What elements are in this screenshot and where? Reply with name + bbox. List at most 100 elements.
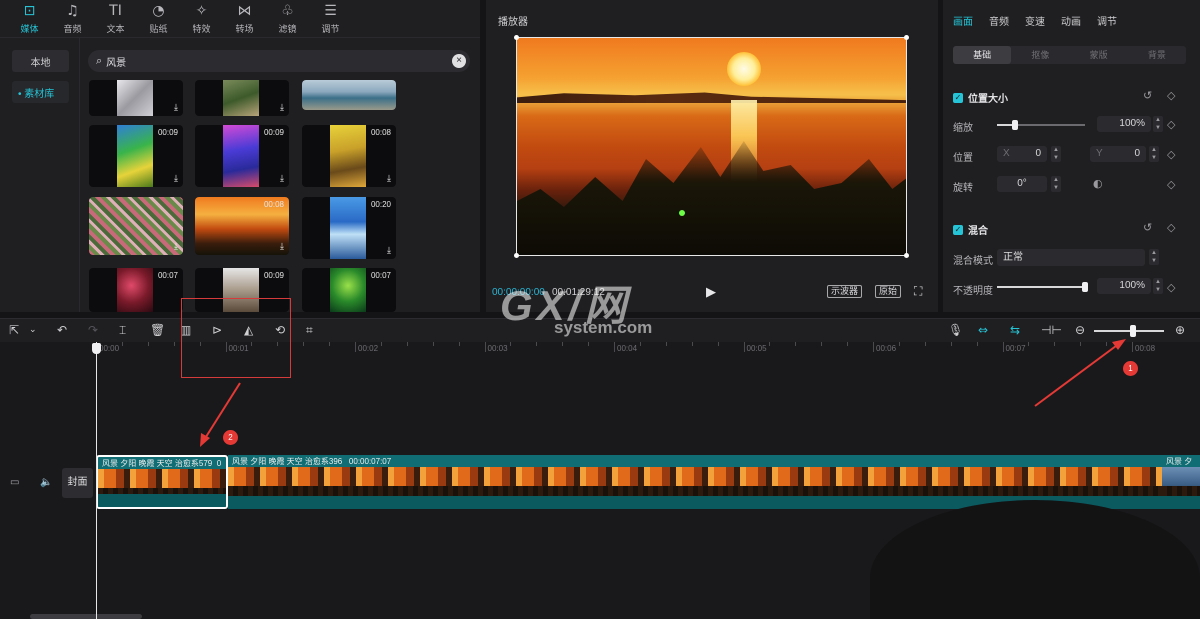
tab-effects[interactable]: ✧ 特效 xyxy=(180,0,223,38)
tab-transition[interactable]: ⋈ 转场 xyxy=(223,0,266,38)
position-x-input[interactable]: X0 xyxy=(997,146,1047,162)
media-thumb-flowers[interactable]: ⤓ xyxy=(89,197,183,255)
timeline-zoom-knob[interactable] xyxy=(1129,325,1136,337)
chevron-down-icon[interactable]: ⌄ xyxy=(29,323,37,337)
blend-mode-select[interactable]: 正常 xyxy=(997,249,1145,266)
download-icon[interactable]: ⤓ xyxy=(387,174,391,184)
media-thumb-autumn[interactable]: 00:08 ⤓ xyxy=(302,125,396,187)
ruler-subtick xyxy=(173,342,175,346)
keyframe-icon[interactable]: ◇ xyxy=(1167,89,1175,102)
download-icon[interactable]: ⤓ xyxy=(174,242,178,252)
track-video-icon[interactable]: ▭ xyxy=(10,477,19,488)
download-icon[interactable]: ⤓ xyxy=(280,242,284,252)
playhead[interactable] xyxy=(96,342,97,619)
download-icon[interactable]: ⤓ xyxy=(174,174,178,184)
opacity-input[interactable]: 100% xyxy=(1097,278,1151,294)
zoom-out-icon[interactable]: ⊖ xyxy=(1075,323,1085,337)
rotate-input[interactable]: 0° xyxy=(997,176,1047,192)
checkbox-icon[interactable]: ✓ xyxy=(953,92,963,103)
local-source-button[interactable]: 本地 xyxy=(12,50,69,72)
opacity-slider-knob[interactable] xyxy=(1082,282,1088,292)
tab-sticker[interactable]: ◔ 贴纸 xyxy=(137,0,180,38)
timeline-horizontal-scrollbar[interactable] xyxy=(30,614,142,619)
library-source-button[interactable]: • 素材库 xyxy=(12,81,69,103)
keyframe-icon[interactable]: ◇ xyxy=(1167,281,1175,294)
select-tool-icon[interactable]: ⇱ xyxy=(9,323,19,337)
scale-input[interactable]: 100% xyxy=(1097,116,1151,132)
timeline-clip-selected[interactable]: 风景 夕阳 晚霞 天空 治愈系579 0 xyxy=(96,455,228,509)
scale-slider-knob[interactable] xyxy=(1011,120,1018,130)
keyframe-icon[interactable]: ◇ xyxy=(1167,221,1175,234)
microphone-icon[interactable]: 🎙 xyxy=(948,323,963,337)
resize-handle[interactable] xyxy=(904,253,909,258)
keyframe-icon[interactable]: ◇ xyxy=(1167,148,1175,161)
blend-section-header[interactable]: ✓ 混合 xyxy=(953,222,988,237)
crop-icon[interactable]: ⌗ xyxy=(306,323,313,337)
reset-icon[interactable]: ↺ xyxy=(1143,221,1152,234)
linkage-icon[interactable]: ⊣⊢ xyxy=(1041,323,1062,337)
search-input[interactable]: ⌕ 风景 × xyxy=(88,50,470,72)
download-icon[interactable]: ⤓ xyxy=(280,103,284,113)
subtab-basic[interactable]: 基础 xyxy=(953,46,1012,64)
media-thumb-city[interactable]: 00:09 ⤓ xyxy=(195,125,289,187)
resize-handle[interactable] xyxy=(904,35,909,40)
auto-snap-icon[interactable]: ⇆ xyxy=(1010,323,1020,337)
subtab-keying[interactable]: 抠像 xyxy=(1011,46,1069,64)
zoom-in-icon[interactable]: ⊕ xyxy=(1175,323,1185,337)
media-thumb-sky[interactable]: 00:20 ⤓ xyxy=(302,197,396,259)
tab-audio-props[interactable]: 音频 xyxy=(989,13,1009,28)
opacity-stepper[interactable]: ▲ ▼ xyxy=(1153,278,1163,294)
fullscreen-icon[interactable]: ⛶ xyxy=(914,284,922,299)
checkbox-icon[interactable]: ✓ xyxy=(953,224,963,235)
subtab-mask[interactable]: 蒙版 xyxy=(1070,46,1128,64)
tab-animation[interactable]: 动画 xyxy=(1061,13,1081,28)
blend-mode-chevron-icon[interactable]: ▲ ▼ xyxy=(1149,249,1159,265)
rotate-dial-icon[interactable]: ◐ xyxy=(1093,177,1103,190)
play-button[interactable]: ▶ xyxy=(706,284,716,300)
download-icon[interactable]: ⤓ xyxy=(387,246,391,256)
tab-audio[interactable]: ♫ 音频 xyxy=(51,0,94,38)
media-thumb-green[interactable]: 00:07 xyxy=(302,268,396,312)
position-y-input[interactable]: Y0 xyxy=(1090,146,1146,162)
tab-picture[interactable]: 画面 xyxy=(953,13,973,28)
tab-adjust[interactable]: ☰ 调节 xyxy=(309,0,352,38)
tab-text[interactable]: TI 文本 xyxy=(94,0,137,38)
clear-search-icon[interactable]: × xyxy=(452,54,466,68)
rotate-stepper[interactable]: ▲ ▼ xyxy=(1051,176,1061,192)
media-thumb-coast[interactable] xyxy=(302,80,396,110)
subtab-background[interactable]: 背景 xyxy=(1128,46,1186,64)
media-thumb-snow[interactable]: ⤓ xyxy=(89,80,183,116)
download-icon[interactable]: ⤓ xyxy=(174,103,178,113)
split-icon[interactable]: ⌶ xyxy=(119,323,126,337)
position-y-stepper[interactable]: ▲ ▼ xyxy=(1149,146,1159,162)
cover-button[interactable]: 封面 xyxy=(62,468,93,498)
media-thumb-blossom[interactable]: 00:07 xyxy=(89,268,183,312)
timeline-clip[interactable]: 风景 夕 xyxy=(1162,455,1200,509)
position-x-stepper[interactable]: ▲ ▼ xyxy=(1051,146,1061,162)
delete-icon[interactable]: 🗑 xyxy=(150,323,165,337)
position-section-header[interactable]: ✓ 位置大小 xyxy=(953,90,1008,105)
keyframe-icon[interactable]: ◇ xyxy=(1167,178,1175,191)
media-thumb-path[interactable]: ⤓ xyxy=(195,80,289,116)
tab-adjust-props[interactable]: 调节 xyxy=(1097,13,1117,28)
undo-icon[interactable]: ↶ xyxy=(57,323,67,337)
media-thumb-forest[interactable]: 00:09 ⤓ xyxy=(89,125,183,187)
redo-icon[interactable]: ↷ xyxy=(88,323,98,337)
video-preview[interactable] xyxy=(516,37,907,256)
resize-handle[interactable] xyxy=(514,35,519,40)
ratio-button[interactable]: 原始 xyxy=(875,285,902,298)
position-label: 位置 xyxy=(953,153,973,164)
media-thumb-sunset[interactable]: 00:08 ⤓ xyxy=(195,197,289,255)
keyframe-icon[interactable]: ◇ xyxy=(1167,118,1175,131)
playhead-handle[interactable] xyxy=(92,343,101,354)
tab-filter[interactable]: ♧ 滤镜 xyxy=(266,0,309,38)
scale-stepper[interactable]: ▲ ▼ xyxy=(1153,116,1163,132)
tab-media[interactable]: ⊡ 媒体 xyxy=(8,0,51,38)
track-mute-icon[interactable]: 🔈 xyxy=(40,477,52,488)
resize-handle[interactable] xyxy=(514,253,519,258)
tab-speed[interactable]: 变速 xyxy=(1025,13,1045,28)
download-icon[interactable]: ⤓ xyxy=(280,174,284,184)
main-track-magnet-icon[interactable]: ⇔ xyxy=(978,323,988,337)
reset-icon[interactable]: ↺ xyxy=(1143,89,1152,102)
scope-button[interactable]: 示波器 xyxy=(827,285,863,298)
